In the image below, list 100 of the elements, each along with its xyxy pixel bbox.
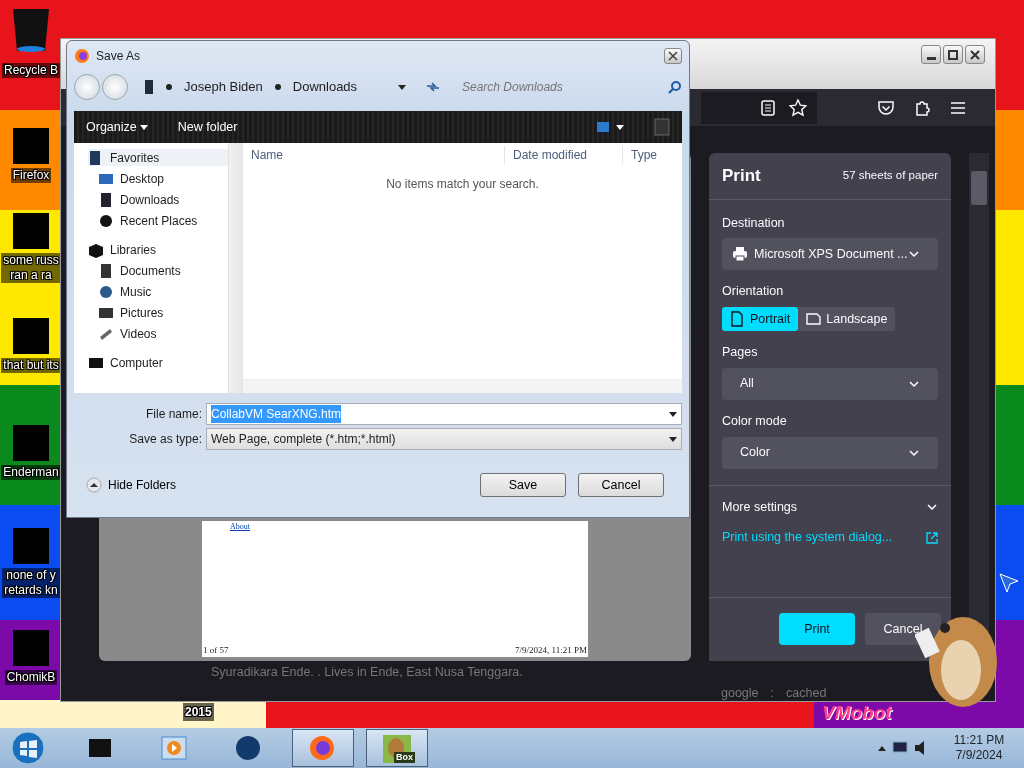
select-field[interactable]: Microsoft XPS Document ...: [722, 238, 938, 271]
separator-dot-icon: [274, 84, 281, 90]
orientation-toggle[interactable]: Portrait: [722, 307, 799, 331]
external-link-icon[interactable]: [926, 531, 938, 544]
field-label: Pages: [722, 344, 759, 361]
tree-item[interactable]: Recent Places: [88, 212, 228, 229]
page-icon: [806, 311, 822, 327]
folder-icon: [144, 79, 154, 95]
scrollbar-thumb[interactable]: [971, 171, 987, 205]
puzzle-piece-icon[interactable]: [913, 98, 931, 117]
search-icon[interactable]: [668, 80, 682, 94]
maximize-icon: [948, 49, 958, 60]
tree-item[interactable]: Desktop: [88, 170, 228, 187]
field-label: File name:: [144, 406, 202, 423]
clock-time[interactable]: 11:21 PM: [934, 733, 1024, 748]
refresh-icon[interactable]: [426, 81, 440, 93]
maximize-button[interactable]: [943, 45, 963, 64]
cursor-arrow-icon: [999, 573, 1019, 593]
separator-dot-icon: [166, 84, 172, 90]
reader-view-icon[interactable]: [761, 99, 775, 116]
app-label: Box: [394, 752, 415, 763]
desktop-icon-label[interactable]: that but its: [1, 358, 61, 373]
file-type-dropdown[interactable]: Web Page, complete (*.htm;*.html): [206, 428, 682, 450]
wallpaper-text: 2015: [183, 703, 214, 721]
field-label: Orientation: [722, 283, 785, 301]
dropdown-arrow-icon[interactable]: [398, 84, 406, 90]
dialog-title: Save As: [96, 48, 141, 65]
empty-message: No items match your search.: [386, 177, 539, 191]
network-icon[interactable]: [892, 740, 910, 756]
minimize-icon: [926, 57, 936, 60]
printer-icon: [732, 246, 748, 263]
panel-title: Print: [722, 165, 761, 187]
close-icon: [668, 51, 678, 61]
page-link[interactable]: google: [721, 683, 759, 703]
toolbar-button[interactable]: Organize: [86, 117, 148, 137]
breadcrumb-item[interactable]: Downloads: [292, 77, 358, 97]
bookmark-star-icon[interactable]: [789, 98, 807, 117]
print-button[interactable]: Print: [779, 613, 855, 645]
pocket-icon[interactable]: [877, 98, 895, 117]
collapse-icon: [86, 477, 102, 493]
firefox-logo-icon: [74, 48, 90, 64]
taskbar-button[interactable]: Box: [366, 729, 428, 767]
desktop-icon-label[interactable]: some russ ran a ra: [1, 253, 61, 283]
field-label: Save as type:: [128, 431, 202, 448]
page-text: Syuradikara Ende. . Lives in Ende, East Nusa Tenggara.: [211, 664, 524, 681]
field-label: Destination: [722, 214, 786, 232]
tree-item[interactable]: Music: [88, 283, 228, 300]
view-options-button[interactable]: [596, 121, 624, 133]
desktop-icon-label[interactable]: none of y retards kn: [2, 568, 60, 598]
hide-folders-button[interactable]: Hide Folders: [86, 476, 177, 494]
close-button[interactable]: [664, 48, 682, 64]
system-dialog-link[interactable]: Print using the system dialog...: [722, 528, 893, 547]
page-link[interactable]: cached: [786, 683, 827, 703]
tree-item[interactable]: Videos: [88, 325, 228, 342]
tree-item[interactable]: Libraries: [88, 241, 228, 258]
tree-item[interactable]: Documents: [88, 262, 228, 279]
select-field[interactable]: Color: [722, 436, 938, 469]
document-icon: [98, 262, 114, 279]
sheet-count: 57 sheets of paper: [842, 168, 938, 184]
toolbar-button[interactable]: New folder: [177, 117, 238, 137]
scrollbar[interactable]: [229, 143, 243, 393]
tree-item[interactable]: Downloads: [88, 191, 228, 208]
dropdown-arrow-icon: [669, 411, 677, 417]
chevron-down-icon: [908, 447, 920, 458]
desktop-icon-label[interactable]: Firefox: [10, 168, 52, 183]
field-label: Color mode: [722, 412, 788, 430]
page-footer-text: 1 of 57: [203, 643, 229, 657]
tray-arrow-icon[interactable]: [878, 745, 886, 751]
page-icon: [730, 311, 745, 327]
close-button[interactable]: [965, 45, 985, 64]
column-header[interactable]: Type: [623, 146, 657, 164]
breadcrumb-item[interactable]: Joseph Biden: [184, 77, 263, 97]
media-icon: [160, 733, 190, 763]
horizontal-scrollbar[interactable]: [243, 379, 682, 393]
page-link[interactable]: About: [230, 522, 250, 531]
cancel-button[interactable]: Cancel: [578, 473, 664, 497]
chevron-down-icon: [907, 249, 920, 260]
page-link[interactable]: :: [770, 683, 775, 703]
view-icon: [596, 121, 610, 133]
chevron-down-icon: [908, 378, 920, 389]
windows-orb-icon: [11, 731, 45, 765]
desktop-icon-label[interactable]: ChomikB: [4, 670, 58, 685]
box-icon: [382, 733, 412, 763]
tree-item[interactable]: Pictures: [88, 304, 228, 321]
desktop-icon-label[interactable]: Recycle B: [2, 63, 60, 78]
more-settings-toggle[interactable]: More settings: [722, 497, 938, 517]
clock-date[interactable]: 7/9/2024: [934, 748, 1024, 763]
orientation-toggle[interactable]: Landscape: [798, 307, 896, 331]
save-button[interactable]: Save: [480, 473, 566, 497]
wallpaper-logo-text: VMobot: [822, 702, 892, 724]
tree-item[interactable]: Favorites: [88, 149, 228, 166]
desktop-icon-label[interactable]: Enderman: [1, 465, 61, 480]
taskbar-button[interactable]: [292, 729, 354, 767]
tree-item[interactable]: Computer: [88, 354, 228, 371]
dropdown-arrow-icon: [669, 436, 677, 442]
search-field[interactable]: Search Downloads: [460, 77, 660, 97]
column-header[interactable]: Date modified: [505, 146, 623, 164]
select-field[interactable]: All: [722, 367, 938, 400]
column-header[interactable]: Name: [243, 146, 505, 164]
minimize-button[interactable]: [921, 45, 941, 64]
